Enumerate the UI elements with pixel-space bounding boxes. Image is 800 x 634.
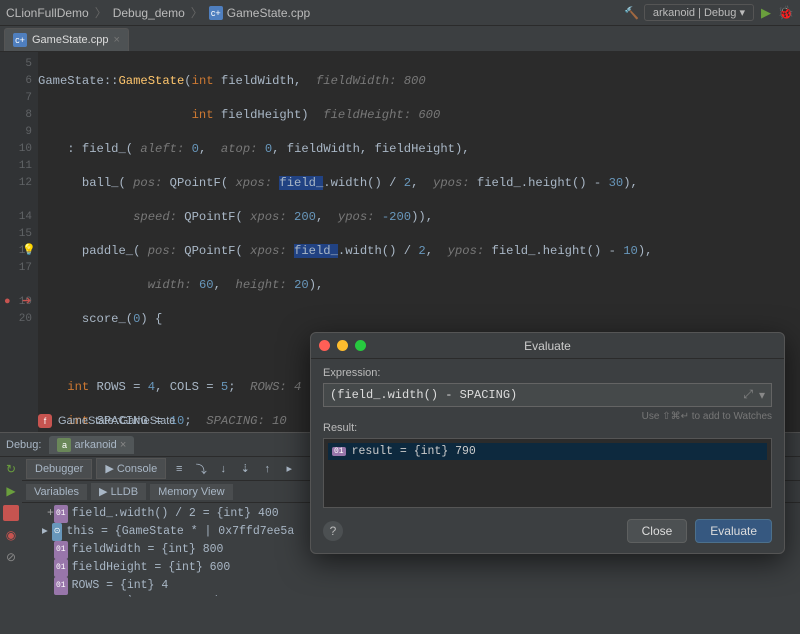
value-badge-icon: 01 [54,541,68,559]
evaluate-dialog: Evaluate Expression: (field_.width() - S… [310,332,785,554]
title-bar: CLionFullDemo 〉 Debug_demo 〉 c+ GameStat… [0,0,800,26]
breakpoint-icon[interactable]: ● [4,294,11,311]
window-zoom-icon[interactable] [355,340,366,351]
run-config-selector[interactable]: arkanoid | Debug ▾ [644,4,754,21]
value-badge-icon: 01 [332,447,346,456]
stop-icon[interactable] [3,505,19,521]
value-badge-icon: 01 [54,559,68,577]
help-icon[interactable]: ? [323,521,343,541]
result-value: result = {int} 790 [352,445,476,458]
debug-side-toolbar: ↻ ▶ ◉ ⊘ [0,457,22,595]
value-badge-icon: 01 [54,577,68,595]
expression-value: (field_.width() - SPACING) [330,388,517,402]
expression-label: Expression: [323,367,772,379]
this-badge-icon: ⊙ [52,523,63,541]
close-icon[interactable]: × [120,439,126,451]
tab-console[interactable]: ▶ Console [96,458,166,479]
threads-icon[interactable]: ≡ [170,463,188,475]
function-badge-icon: f [38,414,52,428]
mute-breakpoints-icon[interactable]: ⊘ [3,549,19,565]
tab-label: GameState.cpp [32,34,108,46]
run-icon[interactable]: ▶ [758,5,774,21]
chevron-right-icon: 〉 [191,4,203,21]
add-watch-icon[interactable]: + [47,505,54,523]
dialog-titlebar[interactable]: Evaluate [311,333,784,359]
step-over-icon[interactable]: ⤵ [192,461,210,477]
run-to-cursor-icon[interactable]: ▸ [280,462,298,475]
debug-session-tab[interactable]: a arkanoid × [49,436,134,454]
resume-icon[interactable]: ▶ [3,483,19,499]
chevron-right-icon: 〉 [95,4,107,21]
gutter[interactable]: 56789101112 1415 16💡 17 19●➔ 20 [0,52,38,432]
breadcrumb-folder[interactable]: Debug_demo [113,6,185,20]
tab-debugger[interactable]: Debugger [26,459,92,479]
intention-bulb-icon[interactable]: 💡 [22,243,36,260]
debug-icon[interactable]: 🐞 [778,5,794,21]
expand-icon[interactable]: ⤢ [743,388,753,402]
editor-tab-bar: c+ GameState.cpp × [0,26,800,52]
tab-lldb[interactable]: ▶ LLDB [91,483,146,500]
editor-tab[interactable]: c+ GameState.cpp × [4,28,129,51]
tab-variables[interactable]: Variables [26,484,87,500]
breadcrumb-file[interactable]: GameState.cpp [227,6,310,20]
expression-input[interactable]: (field_.width() - SPACING) ⤢ ▾ [323,383,772,407]
build-icon[interactable] [624,5,640,21]
result-label: Result: [323,422,772,434]
editor-breadcrumb-label: GameState::GameState [58,415,175,427]
debug-panel-label: Debug: [6,439,41,451]
view-breakpoints-icon[interactable]: ◉ [3,527,19,543]
window-minimize-icon[interactable] [337,340,348,351]
close-button[interactable]: Close [627,519,688,543]
value-badge-icon: 01 [54,505,68,523]
close-icon[interactable]: × [113,34,119,46]
watch-hint: Use ⇧⌘↵ to add to Watches [323,411,772,422]
tab-memory-view[interactable]: Memory View [150,484,232,500]
result-tree[interactable]: 01 result = {int} 790 [323,438,772,508]
execution-point-icon: ➔ [22,294,31,311]
step-into-icon[interactable]: ↓ [214,463,232,475]
chevron-down-icon[interactable]: ▾ [759,388,765,403]
step-out-icon[interactable]: ↑ [258,463,276,475]
evaluate-button[interactable]: Evaluate [695,519,772,543]
window-close-icon[interactable] [319,340,330,351]
breadcrumb-root[interactable]: CLionFullDemo [6,6,89,20]
cpp-file-icon: c+ [209,6,223,20]
dialog-title: Evaluate [311,339,784,353]
cpp-file-icon: c+ [13,33,27,47]
force-step-into-icon[interactable]: ⇣ [236,462,254,475]
rerun-icon[interactable]: ↻ [3,461,19,477]
target-icon: a [57,438,71,452]
editor-breadcrumb[interactable]: f GameState::GameState [38,410,175,432]
